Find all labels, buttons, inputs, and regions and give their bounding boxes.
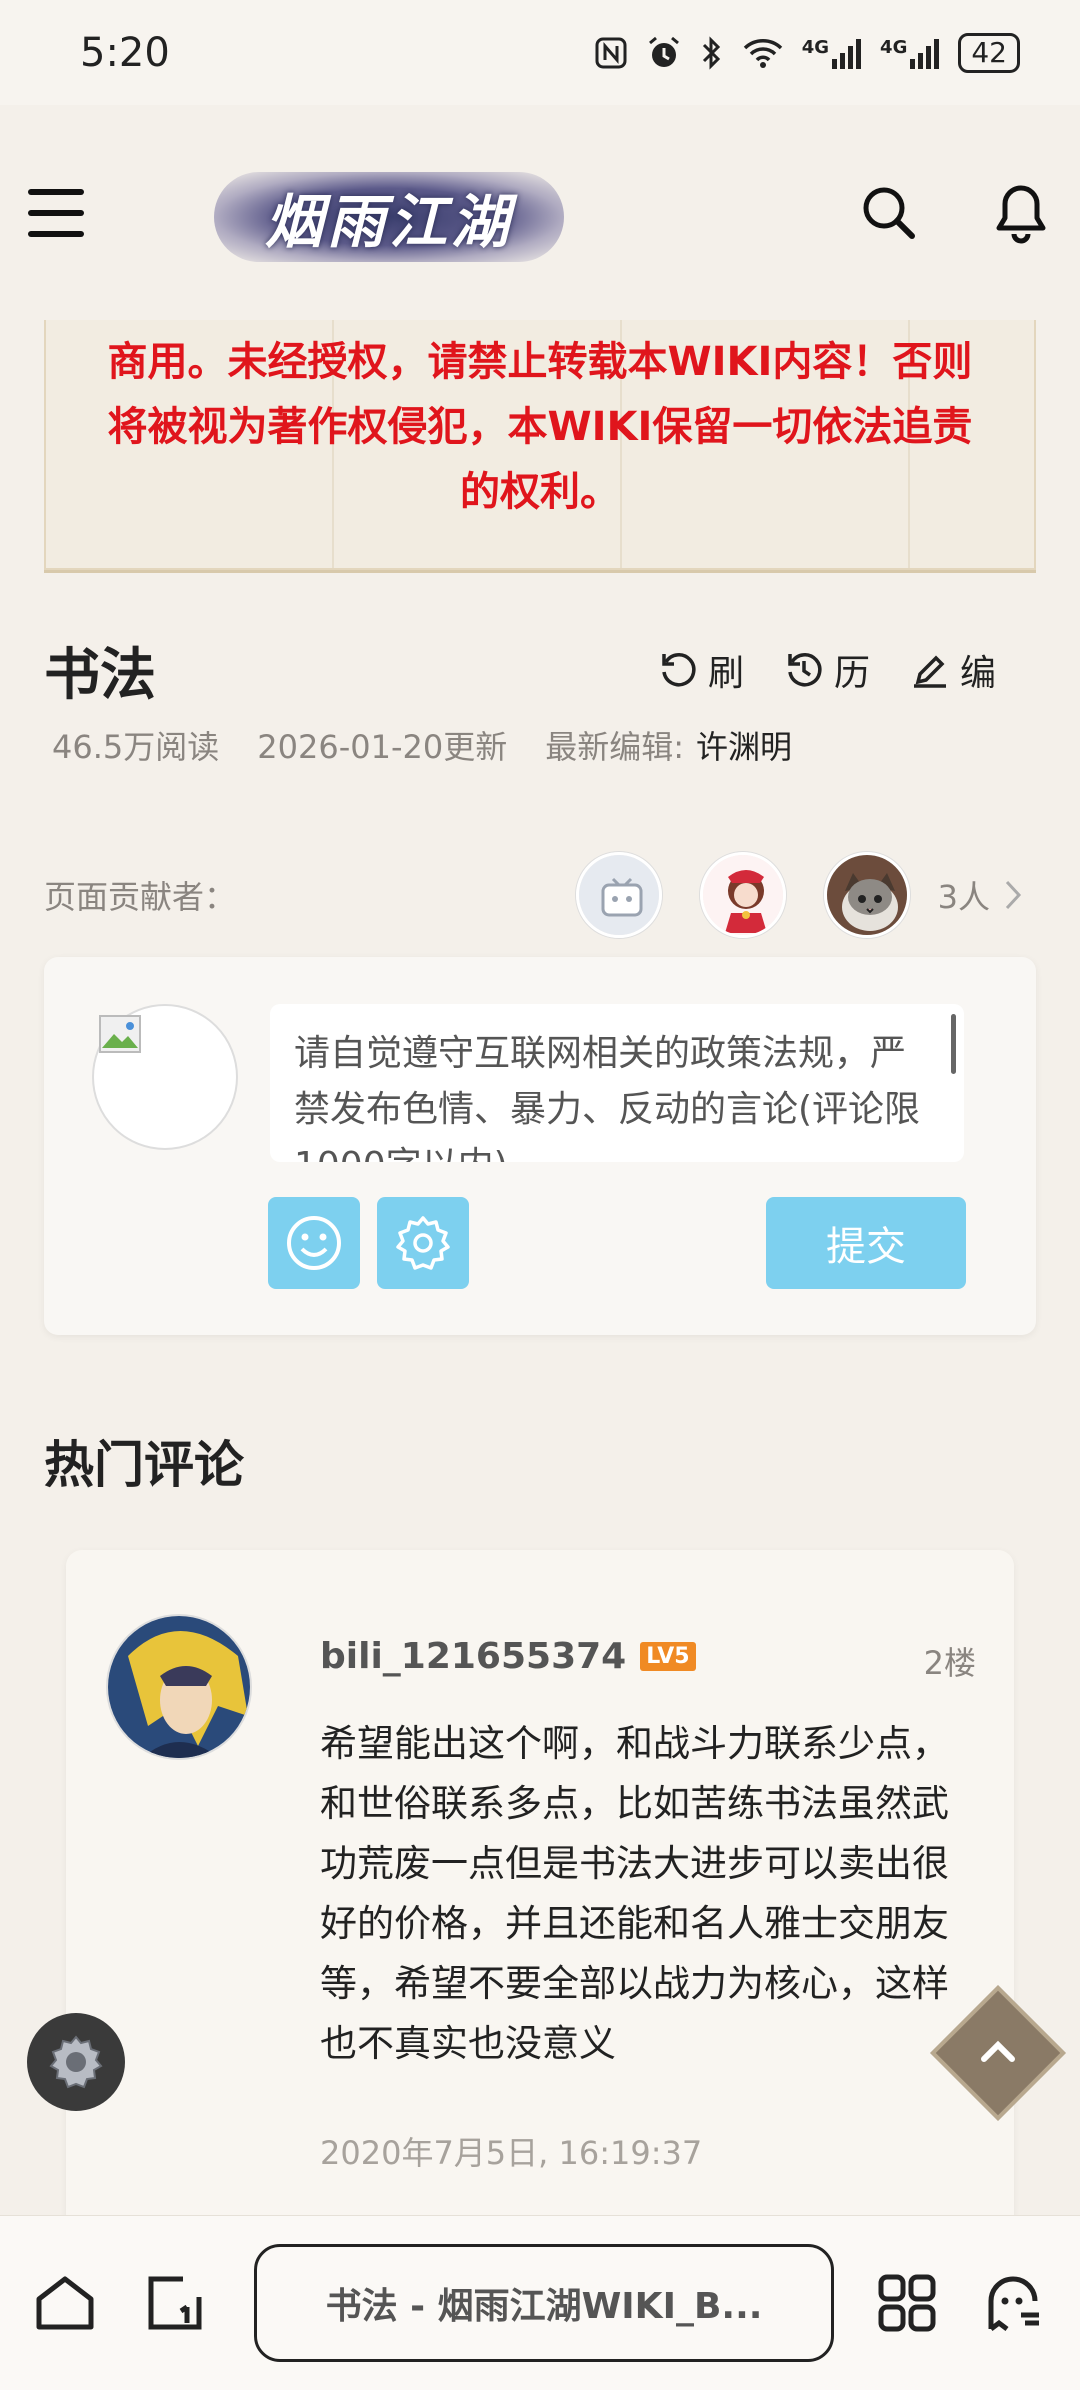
browser-bottom-bar: 书法 - 烟雨江湖WIKI_B... — [0, 2215, 1080, 2390]
contributor-avatar[interactable] — [699, 852, 786, 938]
bell-icon[interactable] — [990, 182, 1052, 244]
smiley-icon — [287, 1216, 341, 1270]
contributor-avatar[interactable] — [823, 852, 910, 938]
user-avatar — [92, 1004, 238, 1150]
site-logo[interactable]: 烟雨江湖 — [214, 162, 564, 272]
commenter-name-row: bili_121655374 LV5 — [320, 1636, 696, 1677]
address-bar[interactable]: 书法 - 烟雨江湖WIKI_B... — [254, 2244, 834, 2362]
gear-icon — [396, 1216, 450, 1270]
editor-name[interactable]: 许渊明 — [696, 722, 792, 768]
editor-label: 最新编辑: — [545, 728, 685, 766]
bluetooth-icon — [702, 35, 720, 70]
copyright-notice: 商用。未经授权，请禁止转载本WIKI内容！否则将被视为著作权侵犯，本WIKI保留… — [44, 320, 1036, 570]
contributor-count-text: 3人 — [937, 878, 990, 916]
emoji-button[interactable] — [268, 1197, 360, 1289]
commenter-name[interactable]: bili_121655374 — [320, 1636, 626, 1677]
refresh-icon — [662, 653, 696, 687]
tabs-icon[interactable] — [140, 2268, 210, 2338]
signal-1-icon: 4G — [802, 37, 862, 69]
home-icon[interactable] — [30, 2268, 100, 2338]
apps-grid-icon[interactable] — [872, 2268, 942, 2338]
comment-timestamp: 2020年7月5日, 16:19:37 — [320, 2134, 703, 2172]
refresh-button[interactable]: 刷 — [658, 644, 744, 696]
signal-2-icon: 4G — [880, 37, 940, 69]
level-badge: LV5 — [640, 1642, 696, 1671]
nfc-icon — [595, 37, 627, 68]
ghost-menu-icon[interactable] — [978, 2268, 1048, 2338]
contributors-label: 页面贡献者： — [44, 878, 237, 916]
history-icon — [788, 653, 822, 687]
chevron-right-icon — [1005, 880, 1022, 910]
edit-icon — [913, 655, 946, 688]
logo-text: 烟雨江湖 — [264, 187, 513, 256]
page-header: 书法 刷 历 编 — [44, 630, 1036, 710]
network-type-1: 4G — [801, 36, 830, 58]
status-bar: 5:20 4G 4G 42 — [0, 0, 1080, 105]
settings-button[interactable] — [377, 1197, 469, 1289]
comment-composer: 请自觉遵守互联网相关的政策法规，严禁发布色情、暴力、反动的言论(评论限1000字… — [44, 957, 1036, 1335]
comment-scrollbar[interactable] — [951, 1014, 956, 1074]
comment-placeholder: 请自觉遵守互联网相关的政策法规，严禁发布色情、暴力、反动的言论(评论限1000字… — [294, 1033, 921, 1162]
page-title: 书法 — [44, 642, 156, 708]
alarm-icon — [648, 36, 679, 67]
search-icon[interactable] — [858, 182, 920, 244]
page-actions: 刷 历 编 — [658, 644, 996, 696]
edit-button[interactable]: 编 — [910, 644, 996, 696]
refresh-label: 刷 — [707, 653, 744, 694]
page-meta: 46.5万阅读 2026-01-20更新 最新编辑: 许渊明 — [52, 722, 792, 768]
contributor-avatar[interactable] — [575, 852, 662, 938]
battery-indicator: 42 — [958, 32, 1020, 73]
notice-text: 商用。未经授权，请禁止转载本WIKI内容！否则将被视为著作权侵犯，本WIKI保留… — [107, 339, 973, 515]
edit-label: 编 — [959, 653, 996, 694]
clock: 5:20 — [80, 29, 170, 76]
site-header: 烟雨江湖 — [0, 105, 1080, 320]
submit-button[interactable]: 提交 — [766, 1197, 966, 1289]
history-button[interactable]: 历 — [784, 644, 870, 696]
contributors-row: 页面贡献者： 3人 — [44, 850, 1036, 940]
commenter-avatar[interactable] — [106, 1614, 252, 1760]
history-label: 历 — [833, 653, 870, 694]
page-url-title: 书法 - 烟雨江湖WIKI_B... — [325, 2286, 763, 2327]
view-count: 46.5万阅读 — [52, 728, 220, 766]
comment-card: bili_121655374 LV5 2楼 希望能出这个啊，和战斗力联系少点，和… — [66, 1550, 1014, 2270]
comment-input[interactable]: 请自觉遵守互联网相关的政策法规，严禁发布色情、暴力、反动的言论(评论限1000字… — [270, 1004, 964, 1162]
wifi-icon — [743, 38, 782, 68]
contributor-count[interactable]: 3人 — [938, 872, 1022, 918]
broken-image-icon — [99, 1015, 141, 1053]
hot-comments-title: 热门评论 — [44, 1436, 244, 1494]
floating-settings-button[interactable] — [27, 2013, 125, 2111]
comment-text: 希望能出这个啊，和战斗力联系少点，和世俗联系多点，比如苦练书法虽然武功荒废一点但… — [320, 1722, 949, 2065]
chevron-up-icon — [981, 2040, 1015, 2062]
status-icons: 4G 4G 42 — [594, 32, 1020, 73]
gear-icon — [49, 2035, 103, 2089]
network-type-2: 4G — [880, 36, 908, 58]
menu-icon[interactable] — [28, 188, 84, 237]
update-date: 2026-01-20更新 — [257, 728, 508, 766]
floor-number: 2楼 — [923, 1644, 976, 1682]
